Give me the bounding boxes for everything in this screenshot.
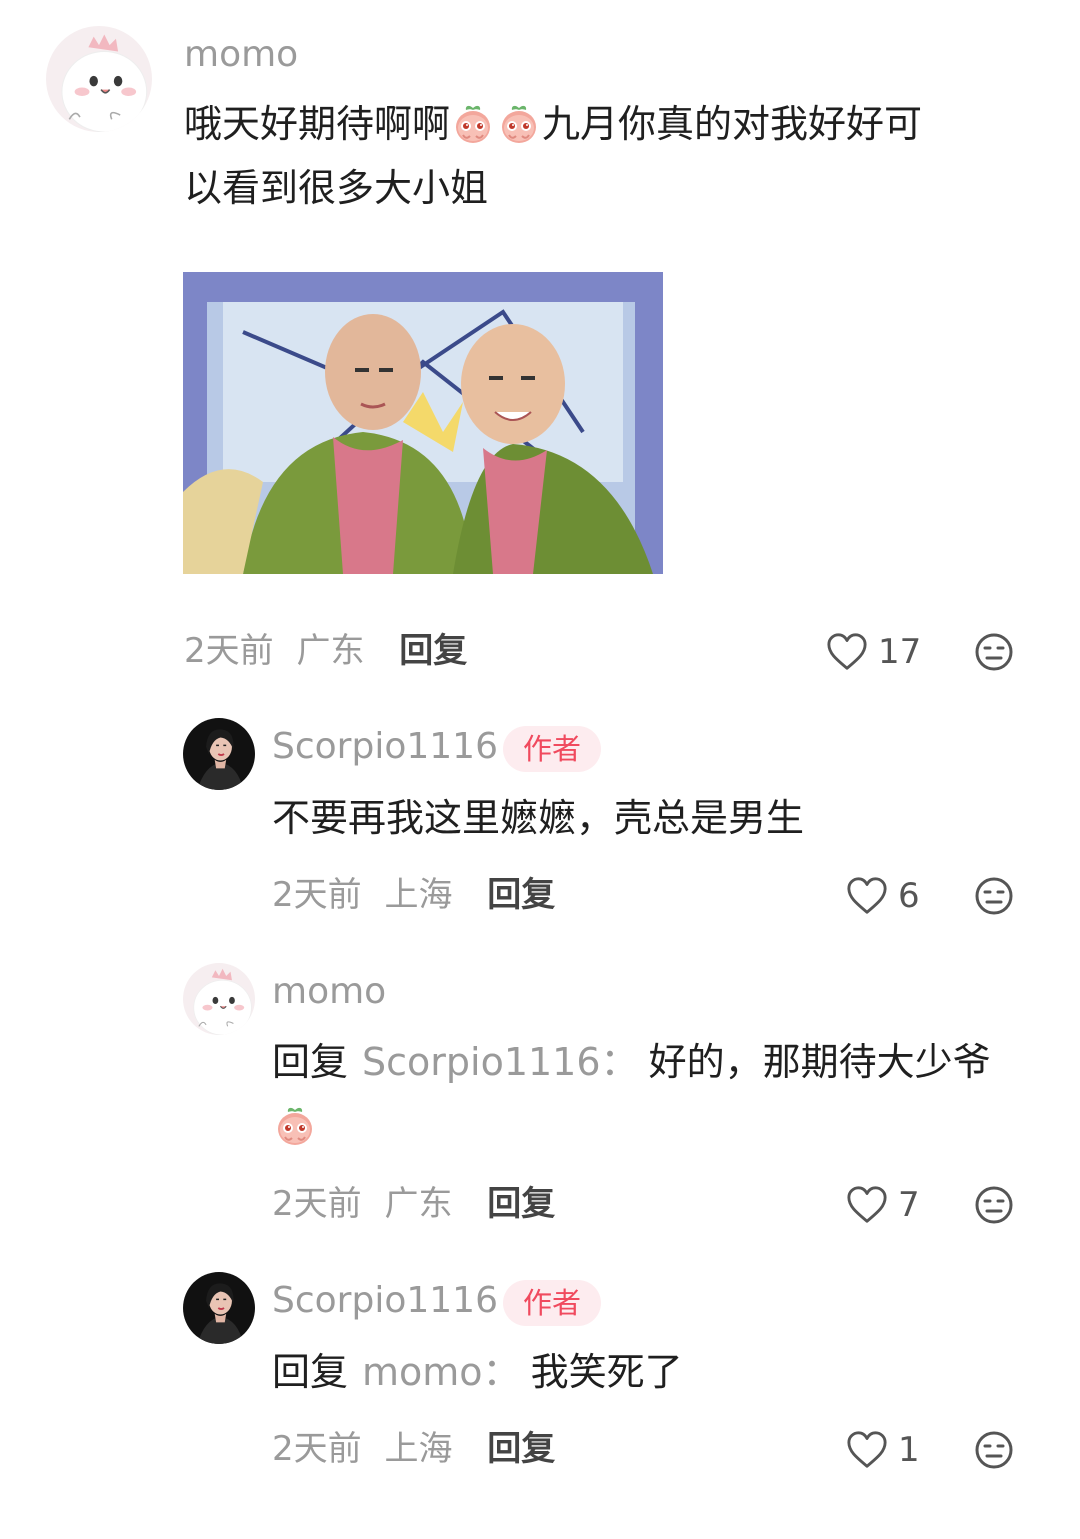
dumpling-avatar-icon xyxy=(183,963,255,1035)
meh-face-icon[interactable] xyxy=(974,632,1014,672)
comment-text: 回复 Scorpio1116： 好的，那期待大少爷 xyxy=(272,1030,1032,1158)
like-button[interactable]: 1 xyxy=(846,1430,920,1470)
avatar[interactable] xyxy=(46,26,152,132)
reply-prefix: 回复 xyxy=(272,1350,349,1394)
peach-crying-emoji-icon xyxy=(497,102,541,146)
author-badge: 作者 xyxy=(503,1280,602,1326)
like-button[interactable]: 6 xyxy=(846,876,920,916)
comment-text-part: 我笑死了 xyxy=(530,1350,683,1394)
peach-crying-emoji-icon xyxy=(451,102,495,146)
heart-icon xyxy=(826,632,868,672)
peach-crying-emoji-icon xyxy=(273,1104,317,1148)
reply-colon: ： xyxy=(600,1040,639,1084)
comment-meta: 2天前 上海 回复 xyxy=(272,878,555,912)
portrait-avatar-icon xyxy=(183,718,255,790)
comment-meta: 2天前 广东 回复 xyxy=(272,1187,555,1221)
timestamp: 2天前 xyxy=(272,1429,362,1469)
like-count: 7 xyxy=(898,1185,920,1225)
location: 广东 xyxy=(384,1184,453,1224)
location: 上海 xyxy=(384,1429,453,1469)
like-count: 1 xyxy=(898,1430,920,1470)
reply-target-username[interactable]: momo xyxy=(362,1350,483,1394)
comment-text: 不要再我这里嬷嬷，壳总是男生 xyxy=(272,796,805,840)
timestamp: 2天前 xyxy=(184,631,274,671)
dumpling-avatar-icon xyxy=(46,26,152,132)
reply-button[interactable]: 回复 xyxy=(487,875,555,915)
comment-text-part: 好的，那期待大少爷 xyxy=(648,1040,991,1084)
location: 上海 xyxy=(384,875,453,915)
comment-text: 回复 momo： 我笑死了 xyxy=(272,1340,1032,1404)
username[interactable]: momo xyxy=(272,974,386,1010)
avatar[interactable] xyxy=(183,963,255,1035)
reply-button[interactable]: 回复 xyxy=(487,1184,555,1224)
author-badge: 作者 xyxy=(503,726,602,772)
meme-photo-icon xyxy=(183,272,663,574)
comment-image[interactable] xyxy=(183,272,663,574)
comment-text-part: 以看到很多大小姐 xyxy=(184,166,489,210)
avatar[interactable] xyxy=(183,718,255,790)
meh-face-icon[interactable] xyxy=(974,1430,1014,1470)
like-count: 6 xyxy=(898,876,920,916)
comment-text-part: 哦天好期待啊啊 xyxy=(184,102,451,146)
reply-prefix: 回复 xyxy=(272,1040,349,1084)
location: 广东 xyxy=(296,631,365,671)
portrait-avatar-icon xyxy=(183,1272,255,1344)
heart-icon xyxy=(846,1430,888,1470)
like-count: 17 xyxy=(878,632,922,672)
avatar[interactable] xyxy=(183,1272,255,1344)
username[interactable]: momo xyxy=(184,37,298,73)
comment-meta: 2天前 上海 回复 xyxy=(272,1432,555,1466)
username[interactable]: Scorpio1116 xyxy=(272,729,498,765)
comment-text-part: 九月你真的对我好好可 xyxy=(542,102,923,146)
like-button[interactable]: 7 xyxy=(846,1185,920,1225)
reply-button[interactable]: 回复 xyxy=(399,631,467,671)
heart-icon xyxy=(846,1185,888,1225)
heart-icon xyxy=(846,876,888,916)
meh-face-icon[interactable] xyxy=(974,876,1014,916)
reply-colon: ： xyxy=(482,1350,521,1394)
timestamp: 2天前 xyxy=(272,1184,362,1224)
like-button[interactable]: 17 xyxy=(826,632,921,672)
timestamp: 2天前 xyxy=(272,875,362,915)
reply-target-username[interactable]: Scorpio1116 xyxy=(362,1040,601,1084)
reply-button[interactable]: 回复 xyxy=(487,1429,555,1469)
comment-text: 哦天好期待啊啊 九月你真的对我好好可 以看到很多大小姐 xyxy=(184,92,1024,220)
comment-meta: 2天前 广东 回复 xyxy=(184,634,467,668)
meh-face-icon[interactable] xyxy=(974,1185,1014,1225)
username[interactable]: Scorpio1116 xyxy=(272,1283,498,1319)
